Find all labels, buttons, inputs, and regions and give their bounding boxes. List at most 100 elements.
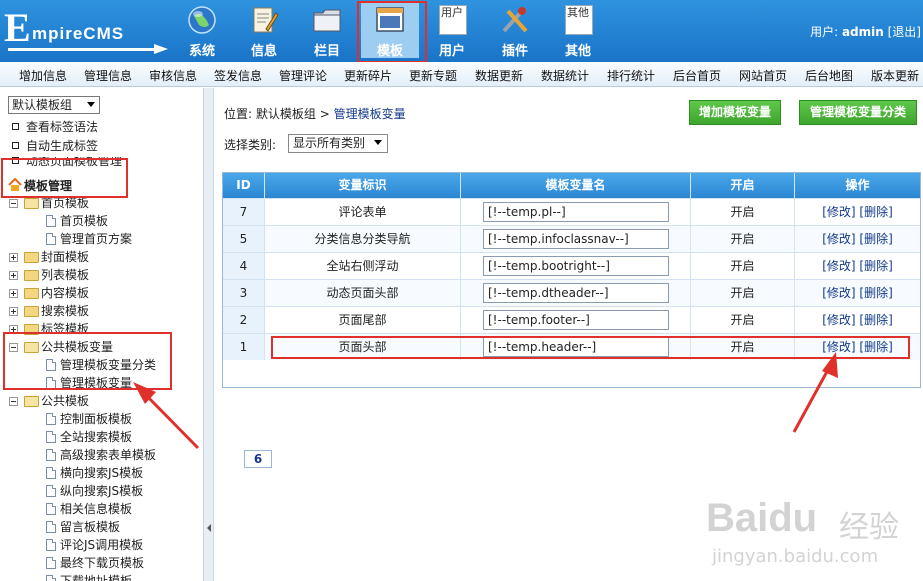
tree-label: 控制面板模板 (60, 412, 133, 426)
tree-label: 高级搜索表单模板 (60, 448, 157, 462)
cell-ops[interactable]: [修改] [删除] (795, 280, 920, 306)
tree-label: 管理首页方案 (60, 232, 133, 246)
tree-folder[interactable]: 列表模板 (0, 267, 200, 284)
tree-folder[interactable]: 封面模板 (0, 249, 200, 266)
var-name-field[interactable]: [!--temp.bootright--] (483, 256, 669, 276)
col-label: 变量标识 (265, 173, 461, 198)
menu-manage-comments[interactable]: 管理评论 (279, 67, 327, 84)
document-icon (46, 503, 56, 515)
tree-item[interactable]: 纵向搜索JS模板 (0, 483, 200, 500)
logo-text: mpireCMS (32, 24, 125, 43)
folder-icon (24, 288, 39, 299)
breadcrumb-page-link[interactable]: 管理模板变量 (334, 107, 406, 121)
tree-label: 下载地址模板 (60, 574, 133, 581)
add-template-var-button[interactable]: 增加模板变量 (689, 100, 781, 125)
document-icon (46, 467, 56, 479)
tree-folder[interactable]: 公共模板 (0, 393, 200, 410)
tree-label: 列表模板 (41, 268, 90, 282)
tree-item[interactable]: 下载地址模板 (0, 573, 200, 581)
page-number[interactable]: 6 (244, 450, 272, 468)
tree-item[interactable]: 评论JS调用模板 (0, 537, 200, 554)
nav-info[interactable]: 信息 (235, 2, 293, 59)
col-id: ID (223, 173, 265, 198)
empirecms-logo: E mpireCMS (4, 8, 172, 54)
table-row: 4 全站右侧浮动 [!--temp.bootright--] 开启 [修改] [删除] (223, 252, 920, 279)
template-group-select[interactable]: 默认模板组 (8, 96, 100, 114)
menu-data-stats[interactable]: 数据统计 (541, 67, 589, 84)
collapse-icon[interactable] (9, 397, 18, 406)
tree-item[interactable]: 首页模板 (0, 213, 200, 230)
menu-add-info[interactable]: 增加信息 (19, 67, 67, 84)
user-icon: 用户 (439, 5, 467, 35)
document-icon (46, 575, 56, 581)
sidebar-link-tag-syntax[interactable]: 查看标签语法 (12, 118, 98, 135)
tree-folder[interactable]: 内容模板 (0, 285, 200, 302)
collapse-arrow-icon[interactable] (207, 524, 211, 532)
nav-column[interactable]: 栏目 (298, 2, 356, 59)
tree-item[interactable]: 控制面板模板 (0, 411, 200, 428)
username: admin (841, 25, 884, 39)
sidebar-link-auto-tag[interactable]: 自动生成标签 (12, 137, 98, 154)
filter-label: 选择类别: (224, 138, 277, 152)
var-name-field[interactable]: [!--temp.dtheader--] (483, 283, 669, 303)
expand-icon[interactable] (9, 307, 18, 316)
col-enabled: 开启 (691, 173, 795, 198)
breadcrumb-group[interactable]: 默认模板组 (256, 107, 316, 121)
cell-id: 4 (223, 253, 265, 279)
tree-item[interactable]: 相关信息模板 (0, 501, 200, 518)
section-highlight (1, 158, 128, 198)
tree-item[interactable]: 横向搜索JS模板 (0, 465, 200, 482)
folder-icon (24, 396, 39, 407)
nav-system[interactable]: 系统 (173, 2, 231, 59)
nav-label: 信息 (250, 44, 277, 59)
var-name-field[interactable]: [!--temp.pl--] (483, 202, 669, 222)
cell-enabled: 开启 (691, 280, 795, 306)
tree-item[interactable]: 最终下载页模板 (0, 555, 200, 572)
menu-admin-home[interactable]: 后台首页 (673, 67, 721, 84)
nav-template-highlight (357, 1, 427, 63)
nav-other[interactable]: 其他 其他 (549, 2, 607, 59)
cell-ops[interactable]: [修改] [删除] (795, 199, 920, 225)
folder-icon (24, 306, 39, 317)
tree-folder[interactable]: 搜索模板 (0, 303, 200, 320)
var-name-field[interactable]: [!--temp.footer--] (483, 310, 669, 330)
menu-data-update[interactable]: 数据更新 (475, 67, 523, 84)
logout-link[interactable]: [退出] (888, 25, 921, 39)
nav-plugin[interactable]: 插件 (486, 2, 544, 59)
cell-ops[interactable]: [修改] [删除] (795, 253, 920, 279)
expand-icon[interactable] (9, 271, 18, 280)
menu-review-info[interactable]: 审核信息 (149, 67, 197, 84)
tree-item[interactable]: 全站搜索模板 (0, 429, 200, 446)
category-filter-select[interactable]: 显示所有类别 (288, 134, 388, 153)
cell-var-name: [!--temp.dtheader--] (461, 280, 691, 306)
tree-label: 纵向搜索JS模板 (60, 484, 144, 498)
table-row: 5 分类信息分类导航 [!--temp.infoclassnav--] 开启 [修改] … (223, 225, 920, 252)
tree-item[interactable]: 留言板模板 (0, 519, 200, 536)
menu-manage-info[interactable]: 管理信息 (84, 67, 132, 84)
folder-icon (24, 252, 39, 263)
menu-version-update[interactable]: 版本更新 (871, 67, 919, 84)
cell-enabled: 开启 (691, 307, 795, 333)
var-name-field[interactable]: [!--temp.infoclassnav--] (483, 229, 669, 249)
tree-label: 留言板模板 (60, 520, 121, 534)
cell-var-name: [!--temp.footer--] (461, 307, 691, 333)
menu-admin-map[interactable]: 后台地图 (805, 67, 853, 84)
expand-icon[interactable] (9, 289, 18, 298)
cell-ops[interactable]: [修改] [删除] (795, 226, 920, 252)
menu-site-home[interactable]: 网站首页 (739, 67, 787, 84)
sidebar-splitter[interactable] (204, 88, 214, 581)
menu-sign-info[interactable]: 签发信息 (214, 67, 262, 84)
tree-item[interactable]: 高级搜索表单模板 (0, 447, 200, 464)
collapse-icon[interactable] (9, 199, 18, 208)
menu-rank-stats[interactable]: 排行统计 (607, 67, 655, 84)
folder-icon (313, 9, 341, 32)
menu-update-fragments[interactable]: 更新碎片 (344, 67, 392, 84)
cell-ops[interactable]: [修改] [删除] (795, 307, 920, 333)
nav-user[interactable]: 用户 用户 (423, 2, 481, 59)
manage-var-class-button[interactable]: 管理模板变量分类 (799, 100, 917, 125)
expand-icon[interactable] (9, 253, 18, 262)
chevron-down-icon (87, 102, 95, 107)
menu-update-topics[interactable]: 更新专题 (409, 67, 457, 84)
tree-item[interactable]: 管理首页方案 (0, 231, 200, 248)
top-bar: E mpireCMS 系统 信息 栏目 模板 用户 用户 插件 其他 其他 用户… (0, 0, 923, 62)
